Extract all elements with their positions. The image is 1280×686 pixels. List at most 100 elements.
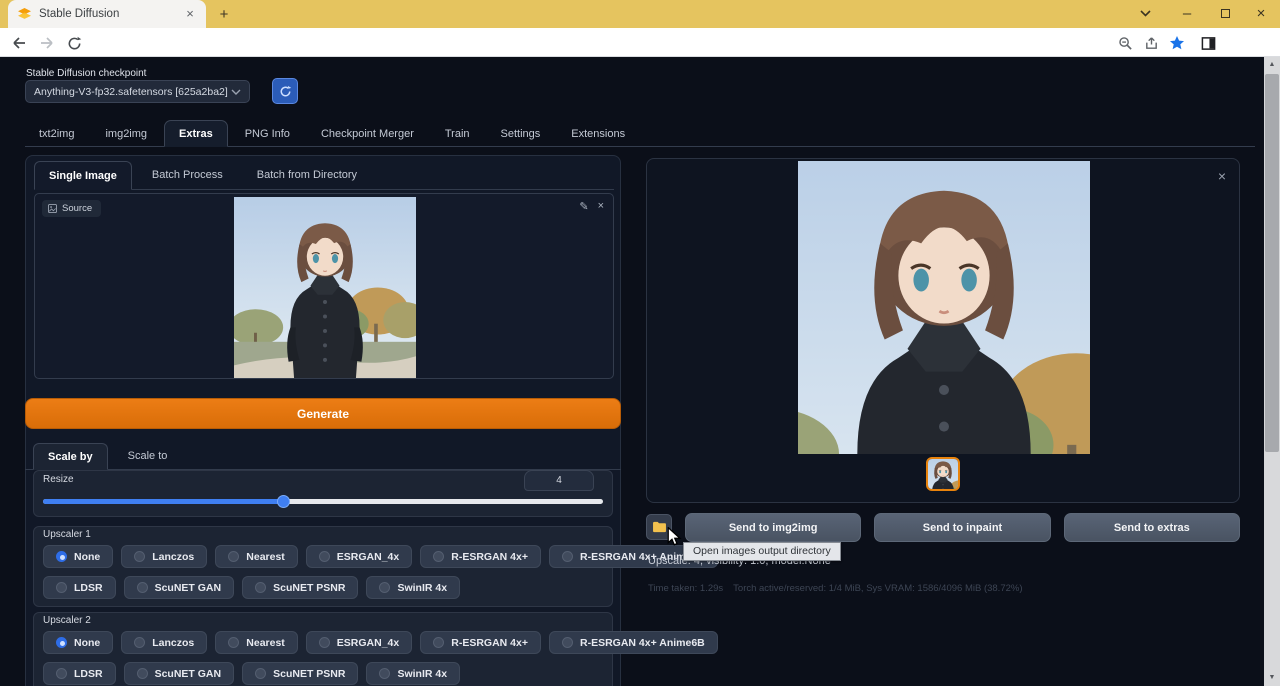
webui-page: Stable Diffusion checkpoint Anything-V3-… (0, 57, 1280, 686)
open-output-folder-button[interactable] (646, 514, 672, 540)
source-image[interactable] (234, 197, 416, 378)
tab-scale-to[interactable]: Scale to (114, 443, 182, 469)
upscaler1-option-scunet-gan[interactable]: ScuNET GAN (124, 576, 235, 599)
share-icon[interactable] (1140, 32, 1162, 54)
window-maximize-button[interactable] (1212, 0, 1238, 26)
radio-icon (137, 582, 148, 593)
upscaler1-option-scunet-psnr[interactable]: ScuNET PSNR (242, 576, 358, 599)
upscaler1-panel: Upscaler 1 None Lanczos Nearest ESRGAN_4… (33, 526, 613, 607)
tab-batch-process[interactable]: Batch Process (138, 161, 237, 189)
clear-image-icon[interactable]: × (598, 200, 604, 213)
refresh-checkpoint-button[interactable] (272, 78, 298, 104)
chip-label: ScuNET PSNR (273, 582, 345, 594)
upscaler2-option-esrgan4x[interactable]: ESRGAN_4x (306, 631, 412, 654)
upscaler2-option-lanczos[interactable]: Lanczos (121, 631, 207, 654)
new-tab-button[interactable]: + (214, 5, 234, 25)
browser-toolbar: ⓘ 127.0.0.1:7860 G (0, 28, 1280, 57)
tab-txt2img[interactable]: txt2img (25, 120, 88, 147)
tab-extras[interactable]: Extras (164, 120, 228, 147)
source-image-dropzone[interactable]: Source ✎ × (34, 193, 614, 379)
tab-scale-by[interactable]: Scale by (33, 443, 108, 470)
upscaler2-option-swinir4x[interactable]: SwinIR 4x (366, 662, 460, 685)
gallery-thumbnail[interactable] (926, 457, 960, 491)
result-gallery: × (646, 158, 1240, 503)
scroll-down-arrow[interactable]: ▼ (1264, 670, 1280, 686)
chip-label: None (74, 637, 100, 649)
tab-png-info[interactable]: PNG Info (231, 120, 304, 147)
upscaler2-panel: Upscaler 2 None Lanczos Nearest ESRGAN_4… (33, 612, 613, 686)
window-close-button[interactable]: × (1248, 0, 1274, 26)
tab-img2img[interactable]: img2img (91, 120, 161, 147)
upscaler1-option-none[interactable]: None (43, 545, 113, 568)
upscaler1-option-lanczos[interactable]: Lanczos (121, 545, 207, 568)
upscaler2-option-resrgan-anime6b[interactable]: R-ESRGAN 4x+ Anime6B (549, 631, 718, 654)
upscaler2-option-none[interactable]: None (43, 631, 113, 654)
result-image[interactable] (798, 161, 1090, 454)
radio-icon (319, 551, 330, 562)
upscaler1-option-ldsr[interactable]: LDSR (43, 576, 116, 599)
chip-label: SwinIR 4x (397, 668, 447, 680)
tab-single-image[interactable]: Single Image (34, 161, 132, 190)
upscaler2-option-scunet-psnr[interactable]: ScuNET PSNR (242, 662, 358, 685)
reload-button[interactable] (63, 32, 85, 54)
upscaler2-option-ldsr[interactable]: LDSR (43, 662, 116, 685)
resize-value-input[interactable]: 4 (524, 470, 594, 491)
upscaler2-option-nearest[interactable]: Nearest (215, 631, 298, 654)
chip-label: ScuNET GAN (155, 668, 222, 680)
scrollbar-thumb[interactable] (1265, 74, 1279, 452)
edit-image-icon[interactable]: ✎ (579, 200, 588, 213)
radio-icon (228, 637, 239, 648)
upscaler2-option-resrgan4x[interactable]: R-ESRGAN 4x+ (420, 631, 541, 654)
checkpoint-label: Stable Diffusion checkpoint (26, 68, 146, 79)
upscaler1-option-swinir4x[interactable]: SwinIR 4x (366, 576, 460, 599)
forward-button[interactable] (36, 32, 58, 54)
side-panel-icon[interactable] (1197, 32, 1219, 54)
tooltip: Open images output directory (683, 542, 841, 561)
page-scrollbar[interactable]: ▲ ▼ (1264, 57, 1280, 686)
window-minimize-button[interactable]: – (1174, 0, 1200, 26)
back-button[interactable] (8, 32, 30, 54)
radio-icon (134, 551, 145, 562)
slider-fill (43, 499, 284, 504)
gradio-favicon-icon (18, 8, 31, 21)
tab-train[interactable]: Train (431, 120, 484, 147)
tab-checkpoint-merger[interactable]: Checkpoint Merger (307, 120, 428, 147)
chip-label: LDSR (74, 582, 103, 594)
chip-label: SwinIR 4x (397, 582, 447, 594)
tab-settings[interactable]: Settings (487, 120, 555, 147)
image-icon (48, 204, 57, 213)
resize-slider[interactable] (43, 495, 603, 508)
upscaler1-option-resrgan4x[interactable]: R-ESRGAN 4x+ (420, 545, 541, 568)
source-badge: Source (42, 200, 101, 217)
tab-search-chevron-icon[interactable] (1132, 0, 1158, 26)
send-to-extras-button[interactable]: Send to extras (1064, 513, 1240, 542)
bookmark-star-icon[interactable] (1166, 32, 1188, 54)
chip-label: Nearest (246, 551, 285, 563)
upscaler2-option-scunet-gan[interactable]: ScuNET GAN (124, 662, 235, 685)
radio-icon (255, 582, 266, 593)
chip-label: R-ESRGAN 4x+ Anime6B (580, 637, 705, 649)
tab-extensions[interactable]: Extensions (557, 120, 639, 147)
chip-label: R-ESRGAN 4x+ (451, 551, 528, 563)
upscaler1-option-nearest[interactable]: Nearest (215, 545, 298, 568)
scroll-up-arrow[interactable]: ▲ (1264, 57, 1280, 73)
tab-close-icon[interactable]: × (182, 6, 198, 22)
radio-icon (562, 551, 573, 562)
slider-handle[interactable] (277, 495, 290, 508)
radio-icon (319, 637, 330, 648)
tab-title: Stable Diffusion (39, 8, 182, 20)
extras-sub-tab-bar: Single Image Batch Process Batch from Di… (34, 161, 614, 190)
checkpoint-dropdown[interactable]: Anything-V3-fp32.safetensors [625a2ba2] (25, 80, 250, 103)
send-to-img2img-button[interactable]: Send to img2img (685, 513, 861, 542)
resize-panel: Resize 4 (33, 470, 613, 517)
send-to-inpaint-button[interactable]: Send to inpaint (874, 513, 1050, 542)
gallery-close-icon[interactable]: × (1218, 168, 1226, 184)
tab-batch-from-directory[interactable]: Batch from Directory (243, 161, 371, 189)
browser-tab[interactable]: Stable Diffusion × (8, 0, 206, 28)
radio-icon (56, 637, 67, 648)
zoom-indicator-icon[interactable] (1114, 32, 1136, 54)
upscaler1-option-esrgan4x[interactable]: ESRGAN_4x (306, 545, 412, 568)
radio-icon (137, 668, 148, 679)
chip-label: Lanczos (152, 637, 194, 649)
generate-button[interactable]: Generate (25, 398, 621, 429)
